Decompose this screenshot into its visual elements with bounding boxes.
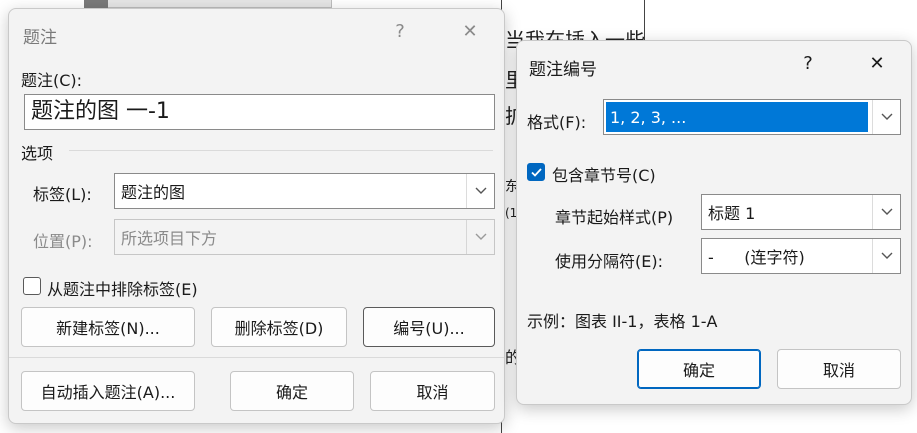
options-divider — [69, 150, 493, 151]
ok-button[interactable]: 确定 — [637, 349, 761, 389]
position-select-value: 所选项目下方 — [121, 229, 218, 248]
example-text: 示例：图表 II-1，表格 1-A — [527, 312, 718, 331]
footer-divider — [9, 357, 504, 358]
chapter-style-select[interactable]: 标题 1 — [701, 194, 901, 230]
new-label-button[interactable]: 新建标签(N)... — [21, 307, 195, 347]
caption-dialog-title: 题注 — [23, 28, 57, 48]
numbering-button[interactable]: 编号(U)... — [363, 307, 495, 347]
include-chapter-label: 包含章节号(C) — [552, 166, 656, 185]
format-label: 格式(F): — [527, 113, 587, 132]
chapter-style-label: 章节起始样式(P) — [555, 208, 674, 227]
caption-label: 题注(C): — [21, 71, 83, 90]
separator-select[interactable]: - (连字符) — [701, 238, 901, 274]
separator-label: 使用分隔符(E): — [555, 252, 663, 271]
position-field-label: 位置(P): — [33, 232, 93, 251]
delete-label-button[interactable]: 删除标签(D) — [211, 307, 347, 347]
label-field-label: 标签(L): — [33, 185, 92, 204]
chapter-style-value: 标题 1 — [708, 204, 756, 223]
format-select-value: 1, 2, 3, ... — [606, 102, 868, 132]
position-select[interactable]: 所选项目下方 — [114, 219, 495, 255]
chevron-down-icon[interactable] — [872, 195, 900, 229]
caption-input[interactable]: 题注的图 一-1 — [24, 94, 495, 130]
document-ribbon-tab-marker — [84, 0, 108, 8]
cancel-button[interactable]: 取消 — [777, 349, 901, 389]
close-icon[interactable]: ✕ — [455, 19, 485, 45]
ok-button[interactable]: 确定 — [230, 371, 354, 411]
exclude-label-text: 从题注中排除标签(E) — [47, 280, 198, 299]
help-icon[interactable]: ? — [793, 51, 823, 77]
exclude-label-checkbox[interactable] — [23, 277, 41, 295]
document-ribbon-tab — [84, 0, 332, 8]
label-select-value: 题注的图 — [121, 183, 186, 202]
label-select[interactable]: 题注的图 — [114, 173, 495, 209]
chevron-down-icon[interactable] — [466, 220, 494, 254]
caption-dialog-titlebar: 题注 ? ✕ — [9, 9, 504, 53]
chevron-down-icon[interactable] — [872, 100, 900, 134]
help-icon[interactable]: ? — [385, 19, 415, 45]
numbering-dialog-title: 题注编号 — [529, 60, 597, 80]
close-icon[interactable]: ✕ — [862, 51, 892, 77]
format-select[interactable]: 1, 2, 3, ... — [603, 99, 901, 135]
caption-numbering-dialog: 题注编号 ? ✕ 格式(F): 1, 2, 3, ... 包含章节号(C) 章节… — [516, 40, 912, 405]
include-chapter-checkbox[interactable] — [527, 163, 545, 181]
separator-value: - (连字符) — [708, 248, 805, 267]
checkmark-icon — [531, 168, 542, 177]
cancel-button[interactable]: 取消 — [370, 371, 495, 411]
caption-dialog: 题注 ? ✕ 题注(C): 题注的图 一-1 选项 标签(L): 题注的图 位置… — [8, 8, 505, 424]
chevron-down-icon[interactable] — [466, 174, 494, 208]
numbering-dialog-titlebar: 题注编号 ? ✕ — [517, 41, 911, 85]
options-group-title: 选项 — [21, 144, 54, 163]
autocaption-button[interactable]: 自动插入题注(A)... — [21, 371, 195, 411]
chevron-down-icon[interactable] — [872, 239, 900, 273]
